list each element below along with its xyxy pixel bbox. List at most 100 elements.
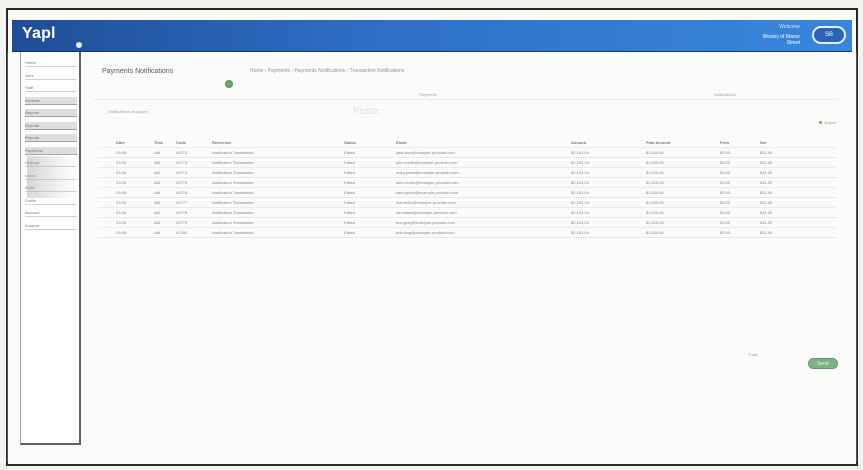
paid-amount-cell: $1,920.60	[646, 180, 664, 185]
fees-cell: $3.00	[720, 190, 731, 195]
date-cell: 01/08	[116, 170, 127, 175]
email-cell: sam.green@example-provider.com	[396, 190, 459, 195]
net-cell: $31.05	[760, 190, 773, 195]
sidebar-item-staff[interactable]: Staff	[25, 84, 77, 92]
column-header-amount[interactable]: Amount	[571, 140, 603, 145]
sidebar-item-home[interactable]: Home	[25, 59, 77, 67]
sidebar-item-reports[interactable]: Reports	[25, 109, 77, 117]
amount-cell: $2,103.04	[571, 150, 589, 155]
time-cell: AM	[154, 150, 160, 155]
sidebar-item-reports-secondary[interactable]: Reports	[25, 121, 77, 130]
table-row[interactable]: 01/08 AM 40773 Notification Transaction …	[98, 158, 836, 168]
code-cell: 40776	[176, 190, 188, 195]
code-cell: 40774	[176, 170, 188, 175]
net-cell: $31.05	[760, 160, 773, 165]
sidebar-item-support[interactable]: Support	[25, 222, 77, 230]
app-logo[interactable]: Yapl	[22, 25, 56, 43]
column-header-email[interactable]: Email	[396, 140, 504, 145]
date-cell: 01/08	[116, 230, 127, 235]
send-button[interactable]: Send	[808, 358, 838, 369]
fees-cell: $3.00	[720, 230, 731, 235]
status-cell: Failed	[344, 180, 355, 185]
account-welcome: Welcome	[779, 24, 800, 30]
date-cell: 01/08	[116, 200, 127, 205]
sidebar-item-invoices[interactable]: Invoices	[25, 96, 77, 105]
sidebar: Home Jobs Staff Invoices Reports Reports…	[20, 52, 81, 445]
code-cell: 40780	[176, 230, 188, 235]
amount-cell: $2,103.04	[571, 180, 589, 185]
account-name[interactable]: Wesley of Manor Street	[752, 34, 800, 46]
time-cell: AM	[154, 190, 160, 195]
reference-cell: Notification Transaction	[212, 190, 254, 195]
reference-cell: Notification Transaction	[212, 180, 254, 185]
status-cell: Failed	[344, 200, 355, 205]
column-header-fees[interactable]: Fees	[720, 140, 744, 145]
email-cell: mary.jones@example-provider.com	[396, 170, 459, 175]
paid-amount-cell: $1,920.60	[646, 160, 664, 165]
header-user-button[interactable]: SB	[812, 26, 846, 44]
paid-amount-cell: $1,920.60	[646, 190, 664, 195]
net-cell: $31.05	[760, 150, 773, 155]
table-row[interactable]: 01/08 AM 40778 Notification Transaction …	[98, 208, 836, 218]
faint-watermark: Poste	[353, 106, 379, 117]
column-header-code[interactable]: Code	[176, 140, 198, 145]
tab-notifications[interactable]: Notifications	[714, 92, 736, 97]
export-link[interactable]: Export	[819, 120, 836, 125]
date-cell: 01/08	[116, 150, 127, 155]
column-header-paid-amount[interactable]: Paid Amount	[646, 140, 688, 145]
amount-cell: $2,103.04	[571, 220, 589, 225]
fees-cell: $3.00	[720, 180, 731, 185]
amount-cell: $2,103.04	[571, 160, 589, 165]
email-cell: jane.doe@example-provider.com	[396, 150, 455, 155]
reference-cell: Notification Transaction	[212, 200, 254, 205]
date-cell: 01/08	[116, 210, 127, 215]
net-cell: $31.05	[760, 200, 773, 205]
date-cell: 01/08	[116, 190, 127, 195]
email-cell: tom.black@example-provider.com	[396, 210, 457, 215]
fees-cell: $3.00	[720, 160, 731, 165]
reference-cell: Notification Transaction	[212, 150, 254, 155]
column-header-date[interactable]: Date	[116, 140, 140, 145]
reference-cell: Notification Transaction	[212, 160, 254, 165]
net-cell: $31.05	[760, 170, 773, 175]
table-row[interactable]: 01/08 AM 40777 Notification Transaction …	[98, 198, 836, 208]
time-cell: AM	[154, 170, 160, 175]
date-cell: 01/08	[116, 160, 127, 165]
email-cell: john.smith@example-provider.com	[396, 160, 458, 165]
sidebar-item-jobs[interactable]: Jobs	[25, 72, 77, 80]
paid-amount-cell: $1,920.60	[646, 170, 664, 175]
table-row[interactable]: 01/08 AM 40779 Notification Transaction …	[98, 218, 836, 228]
fees-cell: $3.00	[720, 150, 731, 155]
fees-cell: $3.00	[720, 220, 731, 225]
tab-payments[interactable]: Payments	[419, 92, 437, 97]
time-cell: AM	[154, 230, 160, 235]
paid-amount-cell: $1,920.60	[646, 150, 664, 155]
table-row[interactable]: 01/08 AM 40776 Notification Transaction …	[98, 188, 836, 198]
notifications-table: Date Time Code Reference Status Email Am…	[98, 138, 836, 238]
table-row[interactable]: 01/08 AM 40774 Notification Transaction …	[98, 168, 836, 178]
amount-cell: $2,103.04	[571, 190, 589, 195]
status-cell: Failed	[344, 230, 355, 235]
sidebar-item-account[interactable]: Account	[25, 209, 77, 217]
column-header-status[interactable]: Status	[344, 140, 376, 145]
column-header-reference[interactable]: Reference	[212, 140, 284, 145]
status-cell: Failed	[344, 220, 355, 225]
table-row[interactable]: 01/08 AM 40772 Notification Transaction …	[98, 148, 836, 158]
tab-strip: Payments Notifications	[94, 92, 839, 100]
column-header-time[interactable]: Time	[154, 140, 172, 145]
status-dot-icon	[225, 80, 233, 88]
status-cell: Failed	[344, 190, 355, 195]
column-header-net[interactable]: Net	[760, 140, 784, 145]
sidebar-item-reports-tertiary[interactable]: Reports	[25, 134, 77, 142]
breadcrumb[interactable]: Home › Payments › Payments Notifications…	[250, 68, 840, 80]
time-cell: AM	[154, 160, 160, 165]
table-row[interactable]: 01/08 AM 40775 Notification Transaction …	[98, 178, 836, 188]
net-cell: $31.05	[760, 220, 773, 225]
logo-dot-icon	[76, 42, 82, 48]
paid-amount-cell: $1,920.60	[646, 220, 664, 225]
sidebar-item-payments[interactable]: Payments	[25, 146, 77, 155]
net-cell: $31.05	[760, 230, 773, 235]
table-row[interactable]: 01/08 AM 40780 Notification Transaction …	[98, 228, 836, 238]
paid-amount-cell: $1,920.60	[646, 230, 664, 235]
status-cell: Failed	[344, 170, 355, 175]
